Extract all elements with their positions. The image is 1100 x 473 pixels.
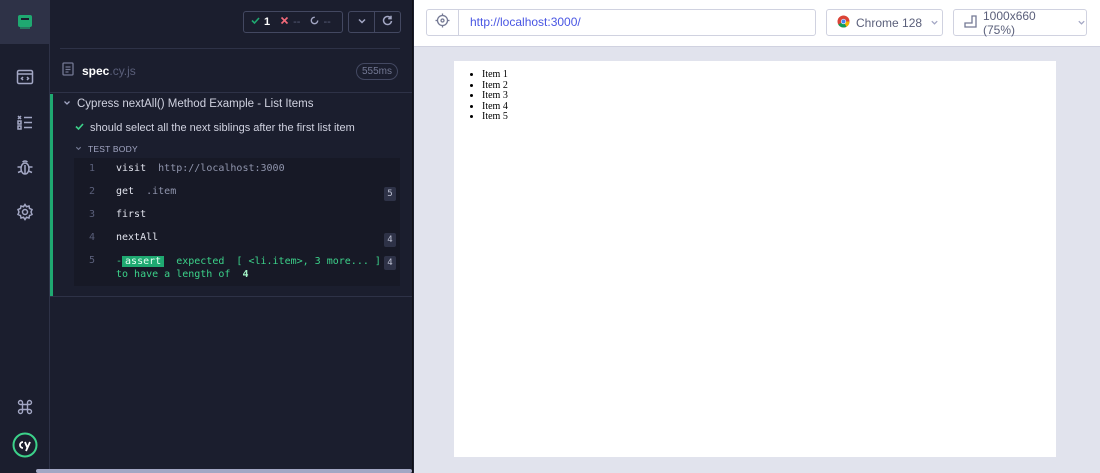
list-item: Item 3 <box>482 91 1056 102</box>
divider <box>60 48 400 49</box>
command-number: 1 <box>89 163 96 174</box>
cypress-logo-icon <box>12 432 38 458</box>
project-icon <box>16 13 34 31</box>
keyboard-shortcuts-icon <box>17 399 33 415</box>
command-number: 5 <box>89 255 96 266</box>
viewport-icon <box>964 14 977 31</box>
spec-ext: .cy.js <box>109 64 136 78</box>
stat-passed-count: 1 <box>264 16 271 28</box>
suite-title: Cypress nextAll() Method Example - List … <box>77 98 314 110</box>
command-label: nextAll <box>116 232 159 243</box>
app-under-test: http://localhost:3000/ Chrome 128 1000x6… <box>414 0 1100 473</box>
stat-failed: -- <box>280 16 300 28</box>
document-icon <box>62 61 74 81</box>
stat-passed: 1 <box>251 16 270 28</box>
side-nav <box>0 0 50 473</box>
selector-playground-button[interactable] <box>426 9 459 36</box>
list-item: Item 1 <box>482 69 1056 81</box>
command-number: 2 <box>89 186 96 197</box>
chevron-down-icon <box>930 16 939 30</box>
nav-runs-button[interactable] <box>0 100 49 144</box>
assert-value: 4 <box>242 269 249 280</box>
list-item: Item 2 <box>482 80 1056 92</box>
url-bar[interactable]: http://localhost:3000/ <box>458 9 816 36</box>
item-list: Item 1 Item 2 Item 3 Item 4 Item 5 <box>482 69 1056 123</box>
test-stats: 1 -- -- <box>243 11 343 33</box>
chevron-down-icon <box>357 13 367 31</box>
suite-runnable: Cypress nextAll() Method Example - List … <box>50 94 412 297</box>
assert-tag: assert <box>122 256 165 267</box>
spec-header[interactable]: spec .cy.js 555ms <box>62 60 398 82</box>
command-log: 1 visit http://localhost:3000 2 get .ite… <box>74 158 400 286</box>
command-message: http://localhost:3000 <box>158 163 285 174</box>
suite-title-row[interactable]: Cypress nextAll() Method Example - List … <box>63 98 313 110</box>
reporter-controls <box>348 11 401 33</box>
aut-iframe: Item 1 Item 2 Item 3 Item 4 Item 5 <box>454 61 1056 457</box>
crosshair-icon <box>435 13 450 33</box>
chevron-down-icon <box>1077 16 1086 30</box>
command-label: first <box>116 209 147 220</box>
list-item: Item 4 <box>482 101 1056 113</box>
test-title-row[interactable]: should select all the next siblings afte… <box>75 122 355 134</box>
nav-settings-button[interactable] <box>0 190 49 234</box>
list-item: Item 5 <box>482 112 1056 123</box>
spec-duration: 555ms <box>355 63 398 80</box>
test-title: should select all the next siblings afte… <box>90 122 355 134</box>
command-name: visit http://localhost:3000 <box>116 163 285 174</box>
divider <box>50 92 412 93</box>
element-count-badge: 4 <box>384 233 396 247</box>
test-body-label: TEST BODY <box>88 144 138 154</box>
element-count-badge: 5 <box>384 187 396 201</box>
divider <box>50 296 412 297</box>
command-label: visit <box>116 163 147 174</box>
specs-icon <box>16 68 34 86</box>
horizontal-scrollbar[interactable] <box>36 469 412 473</box>
pending-icon <box>310 16 319 28</box>
chrome-icon <box>837 15 850 31</box>
stat-pending-count: -- <box>323 16 331 28</box>
reporter-panel: 1 -- -- spec .cy.js 555ms Cypress nextAl… <box>50 0 413 473</box>
spec-name: spec <box>82 64 110 78</box>
nav-cypress-logo[interactable] <box>0 423 49 467</box>
browser-selector[interactable]: Chrome 128 <box>826 9 943 36</box>
chevron-down-icon <box>63 98 77 110</box>
x-icon <box>280 16 289 28</box>
viewport-selector[interactable]: 1000x660 (75%) <box>953 8 1087 37</box>
nav-project-button[interactable] <box>0 0 49 44</box>
assert-message-cont: to have a length of <box>116 269 231 280</box>
rerun-button[interactable] <box>374 12 400 32</box>
element-count-badge: 4 <box>384 256 396 270</box>
aut-header: http://localhost:3000/ Chrome 128 1000x6… <box>414 0 1100 47</box>
command-message: .item <box>146 186 177 197</box>
viewport-label: 1000x660 (75%) <box>983 8 1036 37</box>
runs-icon <box>16 113 34 131</box>
assert-message: expected [ <li.item>, 3 more... ] <box>176 256 381 267</box>
nav-specs-button[interactable] <box>0 55 49 99</box>
command-label: get <box>116 186 135 197</box>
cypress-runner: learnCypress 1 -- -- <box>0 0 1100 473</box>
chevron-down-icon <box>75 144 88 154</box>
refresh-icon <box>382 13 393 31</box>
browser-label: Chrome 128 <box>856 15 923 30</box>
check-icon <box>251 16 260 28</box>
stat-failed-count: -- <box>293 16 301 28</box>
stat-pending: -- <box>310 16 331 28</box>
collapse-button[interactable] <box>349 12 374 32</box>
debug-icon <box>16 158 34 176</box>
settings-icon <box>16 203 34 221</box>
check-icon <box>75 122 90 134</box>
command-name: - assert expected [ <li.item>, 3 more... … <box>116 256 381 280</box>
test-body-toggle[interactable]: TEST BODY <box>75 144 138 154</box>
command-number: 3 <box>89 209 96 220</box>
nav-debug-button[interactable] <box>0 145 49 189</box>
command-number: 4 <box>89 232 96 243</box>
command-name: get .item <box>116 186 176 197</box>
